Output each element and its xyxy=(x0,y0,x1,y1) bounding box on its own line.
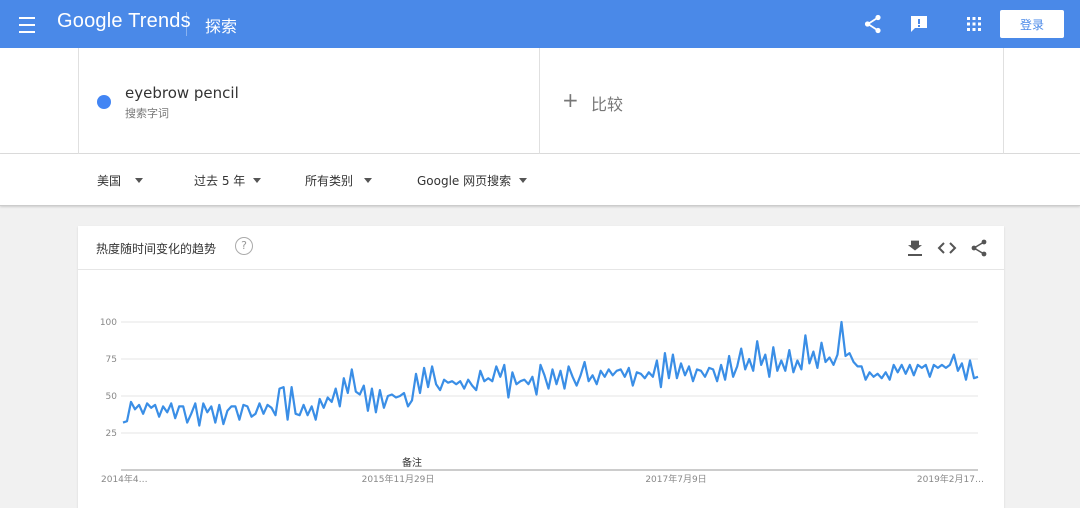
y-tick-label: 25 xyxy=(106,429,117,439)
logo-trends: Trends xyxy=(128,10,191,32)
search-term-card[interactable]: eyebrow pencil 搜索字词 xyxy=(78,48,540,154)
card-title: 热度随时间变化的趋势 xyxy=(96,242,217,256)
y-tick-label: 100 xyxy=(100,318,117,328)
interest-line-chart: 100 75 50 25 备注 2014年4… 2015年11月29日 2017年7月9日 20… xyxy=(100,318,984,485)
caret-down-icon xyxy=(135,178,144,183)
search-type-dropdown[interactable]: Google 网页搜索 xyxy=(417,172,528,189)
x-tick-label: 2019年2月17… xyxy=(917,473,984,485)
card-header: 热度随时间变化的趋势 ? xyxy=(78,226,1004,270)
filter-bar: 美国 过去 5 年 所有类别 Google 网页搜索 xyxy=(0,154,1080,206)
region-dropdown[interactable]: 美国 xyxy=(97,172,144,189)
share-icon[interactable] xyxy=(861,12,885,36)
search-type-value: Google 网页搜索 xyxy=(417,174,512,188)
y-tick-label: 50 xyxy=(106,392,118,402)
time-range-value: 过去 5 年 xyxy=(194,174,246,188)
x-tick-label: 2014年4… xyxy=(101,473,148,485)
compare-button[interactable]: + 比较 xyxy=(540,48,1004,154)
category-value: 所有类别 xyxy=(305,174,354,188)
y-tick-label: 75 xyxy=(106,355,117,365)
search-term-name[interactable]: eyebrow pencil xyxy=(125,84,239,102)
plus-icon: + xyxy=(562,88,579,112)
top-app-bar: Google Trends 探索 登录 xyxy=(0,0,1080,48)
time-range-dropdown[interactable]: 过去 5 年 xyxy=(194,172,262,189)
caret-down-icon xyxy=(364,178,373,183)
category-dropdown[interactable]: 所有类别 xyxy=(305,172,373,189)
annotation-label: 备注 xyxy=(402,456,422,469)
download-icon[interactable] xyxy=(905,238,925,258)
search-term-type: 搜索字词 xyxy=(125,107,169,120)
menu-icon[interactable] xyxy=(14,12,40,36)
embed-icon[interactable] xyxy=(937,238,957,258)
search-terms-panel: eyebrow pencil 搜索字词 + 比较 xyxy=(0,48,1080,154)
share-icon[interactable] xyxy=(969,238,989,258)
header-divider xyxy=(186,12,187,36)
login-button[interactable]: 登录 xyxy=(1000,10,1064,38)
compare-label: 比较 xyxy=(591,95,624,114)
logo-google: Google xyxy=(57,10,123,32)
term-color-dot xyxy=(97,95,111,109)
region-value: 美国 xyxy=(97,174,122,188)
series-line xyxy=(122,320,979,427)
x-tick-label: 2015年11月29日 xyxy=(362,473,435,485)
help-icon[interactable]: ? xyxy=(235,237,253,255)
apps-icon[interactable] xyxy=(962,12,986,36)
google-trends-logo[interactable]: Google Trends xyxy=(57,10,191,33)
caret-down-icon xyxy=(519,178,528,183)
caret-down-icon xyxy=(253,178,262,183)
feedback-icon[interactable] xyxy=(907,12,931,36)
page-title: 探索 xyxy=(205,17,238,36)
x-tick-label: 2017年7月9日 xyxy=(645,473,706,485)
